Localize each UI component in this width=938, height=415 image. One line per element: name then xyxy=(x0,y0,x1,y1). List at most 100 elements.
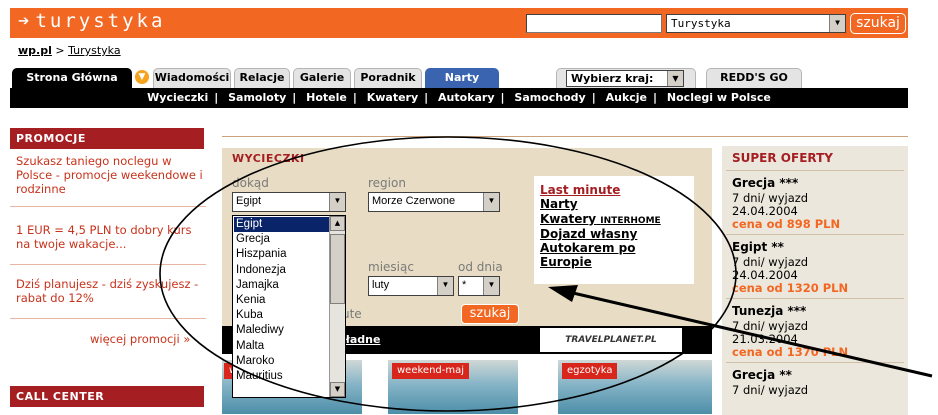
breadcrumb-current[interactable]: Turystyka xyxy=(68,44,121,57)
subnav-divider: | xyxy=(653,91,658,104)
promo-link[interactable]: 1 EUR = 4,5 PLN to dobry kurs na twoje w… xyxy=(16,223,204,251)
scroll-thumb[interactable] xyxy=(330,234,345,304)
subnav-samochody[interactable]: Samochody xyxy=(514,91,585,104)
subnav-autokary[interactable]: Autokary xyxy=(438,91,495,104)
offer-price[interactable]: cena od 1370 PLN xyxy=(732,345,848,359)
search-input[interactable] xyxy=(526,14,662,33)
offer-date: 24.04.2004 xyxy=(732,204,798,218)
subnav-divider: | xyxy=(292,91,297,104)
offer-price[interactable]: cena od 898 PLN xyxy=(732,217,840,231)
subnav-kwatery[interactable]: Kwatery xyxy=(367,91,418,104)
more-promos-link[interactable]: więcej promocji » xyxy=(90,332,190,346)
tab-narty[interactable]: Narty xyxy=(425,68,499,88)
link-kwatery-label: Kwatery xyxy=(540,212,597,226)
divider xyxy=(10,264,206,265)
tab-relacje[interactable]: Relacje xyxy=(234,68,290,88)
promo-link[interactable]: Szukasz taniego noclegu w Polsce - promo… xyxy=(16,154,204,196)
link-kwatery[interactable]: Kwatery INTERHOME xyxy=(540,212,661,226)
destination-option[interactable]: Malediwy xyxy=(234,323,330,338)
destination-option[interactable]: Grecja xyxy=(234,232,330,247)
link-dojazd[interactable]: Dojazd własny xyxy=(540,227,637,241)
link-europie[interactable]: Europie xyxy=(540,255,592,269)
month-value: luty xyxy=(372,279,390,291)
region-label: region xyxy=(368,176,406,190)
country-select[interactable]: Wybierz kraj: ▼ xyxy=(566,70,684,87)
tab-galerie[interactable]: Galerie xyxy=(293,68,351,88)
tab-poradnik[interactable]: Poradnik xyxy=(354,68,422,88)
destination-value: Egipt xyxy=(236,195,262,207)
destination-option[interactable]: Malta xyxy=(234,339,330,354)
offer-duration: 7 dni/ wyjazd xyxy=(732,255,809,269)
destination-option[interactable]: Maroko xyxy=(234,354,330,369)
subnav-noclegi[interactable]: Noclegi w Polsce xyxy=(667,91,771,104)
chevron-down-icon[interactable]: ▼ xyxy=(437,277,453,295)
offer-duration: 7 dni/ wyjazd xyxy=(732,191,809,205)
search-button[interactable]: szukaj xyxy=(850,13,906,34)
scroll-up-icon[interactable]: ▲ xyxy=(330,216,345,231)
super-offers-title: SUPER OFERTY xyxy=(732,151,833,165)
breadcrumb-separator: > xyxy=(55,44,65,57)
trip-search-button[interactable]: szukaj xyxy=(461,304,519,324)
day-label: od dnia xyxy=(458,260,503,274)
subnav-divider: | xyxy=(424,91,429,104)
link-narty[interactable]: Narty xyxy=(540,197,578,211)
destination-option[interactable]: Indonezja xyxy=(234,263,330,278)
destination-option[interactable]: Egipt xyxy=(234,217,330,233)
super-offers-panel: SUPER OFERTY Grecja *** 7 dni/ wyjazd 24… xyxy=(722,146,908,415)
chevron-down-icon[interactable]: ▼ xyxy=(483,193,499,211)
site-logo[interactable]: ➔ turystyka xyxy=(18,10,165,32)
subnav-divider: | xyxy=(591,91,596,104)
scrollbar[interactable]: ▲ ▼ xyxy=(329,216,345,397)
day-select[interactable]: * ▼ xyxy=(458,276,500,296)
offer-price[interactable]: cena od 1320 PLN xyxy=(732,281,848,295)
search-scope-select[interactable]: Turystyka ▼ xyxy=(666,14,846,33)
offer-duration: 7 dni/ wyjazd xyxy=(732,319,809,333)
scroll-down-icon[interactable]: ▼ xyxy=(330,382,345,397)
chevron-down-icon[interactable]: ▼ xyxy=(329,193,345,211)
category-tag[interactable]: egzotyka xyxy=(562,363,618,379)
divider xyxy=(726,298,904,299)
destination-option[interactable]: Jamajka xyxy=(234,278,330,293)
link-last-minute[interactable]: Last minute xyxy=(540,183,620,197)
tab-strona-glowna[interactable]: Strona Główna xyxy=(12,68,132,88)
region-select[interactable]: Morze Czerwone ▼ xyxy=(368,192,500,212)
trip-search-title: WYCIECZKI xyxy=(232,152,305,165)
divider xyxy=(726,234,904,235)
offer-name[interactable]: Tunezja *** xyxy=(732,304,806,318)
offer-date: 21.03.2004 xyxy=(732,332,798,346)
chevron-down-icon[interactable]: ▼ xyxy=(667,71,683,86)
travelplanet-logo[interactable]: TRAVELPLANET.PL xyxy=(540,328,682,352)
subnav-divider: | xyxy=(352,91,357,104)
destination-option[interactable]: Kuba xyxy=(234,308,330,323)
month-label: miesiąc xyxy=(368,260,414,274)
destination-option[interactable]: Kenia xyxy=(234,293,330,308)
breadcrumb-home[interactable]: wp.pl xyxy=(18,44,52,57)
subnav-samoloty[interactable]: Samoloty xyxy=(228,91,286,104)
month-select[interactable]: luty ▼ xyxy=(368,276,454,296)
offer-name[interactable]: Grecja ** xyxy=(732,368,792,382)
tab-wiadomosci[interactable]: Wiadomości xyxy=(153,68,231,88)
destination-label: dokąd xyxy=(232,176,269,190)
destination-select[interactable]: Egipt ▼ xyxy=(232,192,346,212)
subnav-aukcje[interactable]: Aukcje xyxy=(606,91,647,104)
destination-option[interactable]: Hiszpania xyxy=(234,247,330,262)
breadcrumb: wp.pl > Turystyka xyxy=(18,44,121,57)
category-tag[interactable]: weekend-maj xyxy=(392,363,470,379)
subnav-wycieczki[interactable]: Wycieczki xyxy=(147,91,208,104)
subnav-divider: | xyxy=(500,91,505,104)
subnav-hotele[interactable]: Hotele xyxy=(306,91,347,104)
destination-option[interactable]: Mauritius xyxy=(234,369,330,384)
destination-dropdown-list[interactable]: Egipt Grecja Hiszpania Indonezja Jamajka Keni… xyxy=(232,215,346,398)
chevron-down-icon[interactable]: ▼ xyxy=(829,15,845,32)
subnav-divider: | xyxy=(214,91,219,104)
logo-text: turystyka xyxy=(35,10,166,32)
offer-name[interactable]: Grecja *** xyxy=(732,176,798,190)
tab-redds-go[interactable]: REDD'S GO xyxy=(706,68,802,88)
interhome-logo: INTERHOME xyxy=(600,216,661,226)
offer-name[interactable]: Egipt ** xyxy=(732,240,784,254)
chevron-down-icon[interactable]: ▼ xyxy=(483,277,499,295)
link-autokarem[interactable]: Autokarem po xyxy=(540,241,635,255)
arrow-down-icon[interactable]: ▼ xyxy=(135,70,149,84)
promo-link[interactable]: Dziś planujesz - dziś zyskujesz - rabat … xyxy=(16,277,204,305)
offer-date: 24.04.2004 xyxy=(732,268,798,282)
